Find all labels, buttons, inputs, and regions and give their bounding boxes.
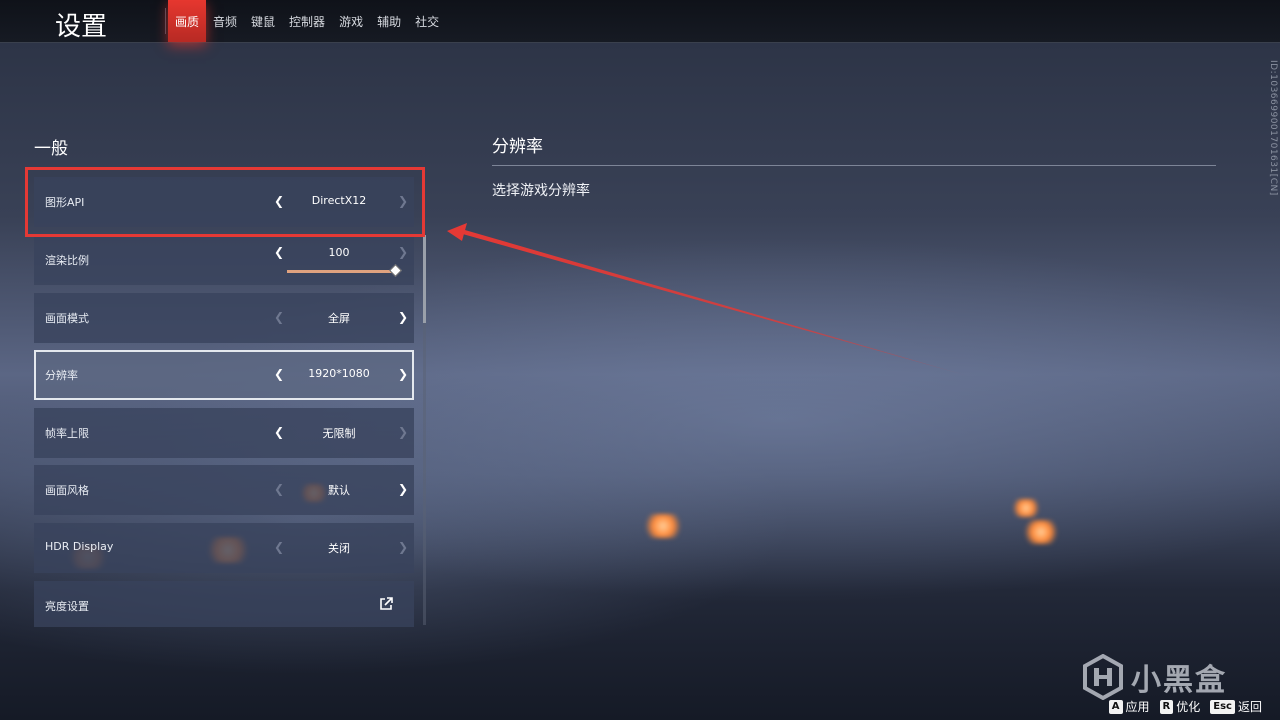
detail-title: 分辨率 [492, 137, 543, 157]
key-icon: A [1108, 699, 1123, 714]
hint-back[interactable]: Esc 返回 [1210, 698, 1262, 715]
detail-divider [492, 165, 1216, 166]
key-icon: R [1159, 699, 1174, 714]
xiaoheihe-logo-icon [1083, 654, 1123, 700]
hint-apply[interactable]: A 应用 [1108, 698, 1150, 715]
annotation-arrow [447, 223, 975, 378]
hint-label: 优化 [1176, 700, 1201, 714]
hint-optimize[interactable]: R 优化 [1159, 698, 1201, 715]
watermark: 小黑盒 [1083, 654, 1227, 700]
hint-label: 应用 [1125, 700, 1150, 714]
detail-description: 选择游戏分辨率 [492, 183, 590, 199]
key-icon: Esc [1210, 699, 1235, 714]
key-hints: A 应用 R 优化 Esc 返回 [1108, 698, 1262, 715]
hint-label: 返回 [1237, 700, 1262, 714]
watermark-text: 小黑盒 [1131, 663, 1227, 698]
